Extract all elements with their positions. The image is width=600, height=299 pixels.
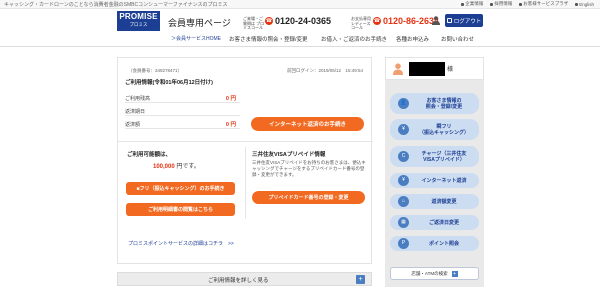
utility-link-company[interactable]: 企業情報 <box>461 1 483 7</box>
visa-prepaid-description: 三井住友VISAプリペイドをお持ちのお客さまは、便込キャッシングでチャージをする… <box>252 160 366 177</box>
utility-link-recruit[interactable]: 採用情報 <box>490 1 512 7</box>
plus-icon: + <box>451 270 458 277</box>
internet-repayment-button[interactable]: インターネット返済のお手続き <box>251 117 364 131</box>
square-bullet-icon <box>519 2 523 6</box>
utility-links: 企業情報 採用情報 お客様サービスプラザ English <box>461 1 594 7</box>
site-tagline: キャッシング・カードローンのことなら消費者金融のSMBCコンシューマーファイナン… <box>4 2 228 8</box>
member-number: （会員番号：349278471） <box>128 68 183 73</box>
visa-prepaid-title: 三井住友VISAプリペイド情報 <box>252 152 326 158</box>
usage-summary-panel: （会員番号：349278471） 前回ログイン：2019/06/12 15:49… <box>117 57 373 264</box>
square-bullet-icon <box>490 2 494 6</box>
square-bullet-icon <box>575 2 579 6</box>
store-atm-search-button[interactable]: 店舗・ATMの検索 + <box>390 267 479 280</box>
usage-statement-button[interactable]: ご利用明細書の閲覧はこちら <box>126 203 235 216</box>
column-divider <box>245 147 246 219</box>
member-page-title: 会員専用ページ <box>168 18 231 28</box>
usage-detail-toggle[interactable]: ご利用情報を詳しく見る + <box>117 272 372 286</box>
available-limit-title: ご利用可能額は、 <box>127 152 172 158</box>
points-icon: P <box>398 238 409 249</box>
phone-icon: ☎ <box>373 17 381 25</box>
avatar-icon <box>393 63 403 75</box>
ladies-call-note: お支払専用 レディースコール <box>351 16 371 30</box>
side-menu <box>385 57 484 287</box>
usage-title: ご利用情報(令和01年06月12日付け) <box>125 80 214 86</box>
plus-icon: + <box>356 275 365 284</box>
square-bullet-icon <box>461 2 465 6</box>
user-greeting: 様 <box>385 57 484 80</box>
nav-item-borrow-repay[interactable]: お借入・ご返済のお手続き <box>321 35 387 43</box>
utility-link-english[interactable]: English <box>575 1 594 7</box>
points-service-link[interactable]: プロミスポイントサービスの詳細はコチラ >> <box>128 240 234 247</box>
side-btn-account-info[interactable]: 👤 お客さま情報の 照会・登録/変更 <box>390 93 479 114</box>
available-limit-suffix: 円です。 <box>176 164 200 170</box>
utility-link-service-plaza[interactable]: お客様サービスプラザ <box>519 1 568 7</box>
usage-detail-label: ご利用情報を詳しく見る <box>208 278 269 284</box>
nav-item-contact[interactable]: お問い合わせ <box>441 35 474 43</box>
last-login: 前回ログイン：2019/06/12 15:49:54 <box>286 68 363 73</box>
nav-item-applications[interactable]: 各種お申込み <box>396 35 429 43</box>
furikomi-cashing-button[interactable]: ■フリ（振込キャッシング）のお手続き <box>126 182 235 195</box>
usage-row-due-date: 返済期日 <box>125 105 240 116</box>
house-icon: ⌂ <box>398 196 409 207</box>
promise-call-number[interactable]: 0120-24-0365 <box>275 16 331 26</box>
section-divider <box>118 141 373 142</box>
top-strip: キャッシング・カードローンのことなら消費者金融のSMBCコンシューマーファイナン… <box>0 0 600 9</box>
store-atm-search-label: 店舗・ATMの検索 <box>411 270 448 276</box>
honorific: 様 <box>447 67 454 73</box>
available-limit-amount: 100,000 <box>153 164 175 170</box>
promise-call-note: ご来場・ご質問は プロミスコール <box>243 16 265 30</box>
side-btn-furikomi[interactable]: ¥ 瞬フリ （振込キャッシング） <box>390 119 479 140</box>
promise-logo[interactable]: PROMISE プロミス <box>117 11 160 31</box>
logout-icon <box>446 18 452 23</box>
nav-home-link[interactable]: ＞会員サービスHOME <box>171 35 221 42</box>
side-btn-internet-repayment[interactable]: ¥ インターネット返済 <box>390 173 479 188</box>
nav-item-account-info[interactable]: お客さま情報の照会・登録/変更 <box>229 35 308 43</box>
prepaid-card-register-button[interactable]: プリペイドカード番号の登録・変更 <box>252 191 365 204</box>
phone-icon: ☎ <box>265 17 273 25</box>
global-nav: ＞会員サービスHOME お客さま情報の照会・登録/変更 お借入・ご返済のお手続き… <box>0 34 600 47</box>
side-btn-charge[interactable]: C チャージ（三井住友 VISAプリペイド） <box>390 146 479 167</box>
usage-row-repayment: 返済額 0 円 <box>125 118 240 129</box>
site-header: PROMISE プロミス 会員専用ページ ご来場・ご質問は プロミスコール ☎ … <box>0 10 600 34</box>
person-icon: 👤 <box>398 98 409 109</box>
logout-button[interactable]: ログアウト <box>445 14 483 27</box>
side-btn-repayment-date[interactable]: ▦ ご返済日変更 <box>390 215 479 230</box>
yen-icon: ¥ <box>398 124 409 135</box>
usage-row-balance: ご利用残高 0 円 <box>125 92 240 103</box>
user-icon <box>432 16 440 25</box>
ladies-call-number[interactable]: 0120-86-2634 <box>383 16 439 26</box>
yen-icon: ¥ <box>398 175 409 186</box>
card-icon: C <box>398 151 409 162</box>
available-limit: 100,000 円です。 <box>153 161 200 170</box>
side-btn-points[interactable]: P ポイント照会 <box>390 236 479 251</box>
redacted-user-name <box>409 62 445 76</box>
side-btn-repayment-amount[interactable]: ⌂ 返済額変更 <box>390 194 479 209</box>
calendar-icon: ▦ <box>398 217 409 228</box>
